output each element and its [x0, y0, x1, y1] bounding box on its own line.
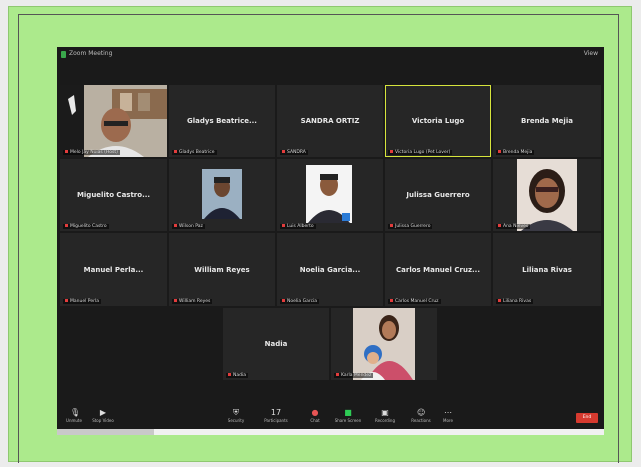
muted-mic-icon: [65, 224, 68, 227]
participant-name: Julissa Guerrero: [406, 191, 470, 199]
video-camera-icon: ▶: [99, 408, 107, 417]
chat-icon: ●: [311, 408, 319, 417]
participant-label: Nadia: [226, 373, 248, 378]
chat-button[interactable]: ● Chat: [305, 408, 325, 424]
security-button[interactable]: ⛨ Security: [225, 408, 247, 424]
muted-mic-icon: [498, 299, 501, 302]
shield-icon[interactable]: [61, 51, 66, 58]
participant-tile-16[interactable]: Nadia Nadia: [223, 308, 329, 380]
muted-mic-icon: [228, 373, 231, 376]
participant-tile-17[interactable]: Karla Mendez: [331, 308, 437, 380]
participant-tile-13[interactable]: Noelia Garcia... Noelia Garcia: [277, 233, 383, 306]
participant-tile-9[interactable]: Julissa Guerrero Julissa Guerrero: [385, 159, 491, 231]
participant-label: Brenda Mejia: [496, 150, 535, 155]
end-meeting-button[interactable]: End: [576, 413, 598, 423]
participant-label: Victoria Lugo (Pet Lover): [388, 150, 453, 155]
view-button[interactable]: View: [584, 50, 598, 57]
participant-tile-5[interactable]: Brenda Mejia Brenda Mejia: [493, 85, 601, 157]
participant-label: William Reyes: [172, 299, 213, 304]
muted-mic-icon: [174, 224, 177, 227]
participant-tile-1[interactable]: Melo Jay Nolas (Host): [60, 85, 167, 157]
scrollbar-thumb[interactable]: [57, 429, 154, 435]
muted-mic-icon: [498, 150, 501, 153]
participant-label: Karla Mendez: [334, 373, 374, 378]
meeting-controls: 🎙 Unmute ▶ Stop Video ⛨ Security 17 Part…: [57, 407, 604, 429]
participant-name: Carlos Manuel Cruz...: [396, 265, 480, 274]
scroll-strip: [57, 429, 604, 435]
muted-mic-icon: [390, 224, 393, 227]
muted-mic-icon: [390, 299, 393, 302]
muted-mic-icon: [174, 299, 177, 302]
more-icon: ⋯: [444, 408, 452, 417]
participant-photo: [60, 85, 167, 157]
participant-label: Liliana Rivas: [496, 299, 534, 304]
stop-video-button[interactable]: ▶ Stop Video: [91, 408, 115, 424]
muted-mic-icon: [174, 150, 177, 153]
participant-photo: [202, 169, 242, 219]
participant-label: Gladys Beatrice: [172, 150, 217, 155]
participants-button[interactable]: 17 Participants: [261, 408, 291, 424]
muted-mic-icon: [282, 150, 285, 153]
participant-label: Ana Nieves: [496, 224, 531, 229]
unmute-button[interactable]: 🎙 Unmute: [63, 408, 85, 424]
participant-label: Miguelito Castro: [63, 224, 109, 229]
muted-mic-icon: [282, 299, 285, 302]
participant-tile-15[interactable]: Liliana Rivas Liliana Rivas: [493, 233, 601, 306]
muted-mic-icon: [65, 150, 68, 153]
shield-icon: ⛨: [233, 408, 239, 417]
participant-label: Manuel Perla: [63, 299, 101, 304]
participant-label: SANDRA: [280, 150, 308, 155]
participant-name: Noelia Garcia...: [299, 265, 361, 274]
participant-name: SANDRA ORTIZ: [300, 117, 360, 125]
reactions-button[interactable]: ☺ Reactions: [409, 408, 433, 424]
title-bar: Zoom Meeting View: [57, 47, 604, 63]
participant-label: Luis Alberto: [280, 224, 316, 229]
participant-name: Nadia: [264, 340, 288, 348]
participant-tile-6[interactable]: Miguelito Castro... Miguelito Castro: [60, 159, 167, 231]
participant-label: Carlos Manuel Cruz: [388, 299, 441, 304]
reactions-icon: ☺: [417, 408, 426, 417]
participant-label: Wilson Paz: [172, 224, 205, 229]
participant-name: Manuel Perla...: [83, 265, 144, 274]
participant-name: Liliana Rivas: [522, 265, 572, 274]
window-title: Zoom Meeting: [69, 50, 113, 57]
muted-mic-icon: [282, 224, 285, 227]
participant-photo: [306, 165, 352, 223]
participant-name: Victoria Lugo: [411, 117, 465, 125]
participant-name: Miguelito Castro...: [76, 191, 151, 199]
muted-mic-icon: [498, 224, 501, 227]
muted-mic-icon: [336, 373, 339, 376]
more-button[interactable]: ⋯ More: [439, 408, 457, 424]
participant-tile-3[interactable]: SANDRA ORTIZ SANDRA: [277, 85, 383, 157]
participant-photo: [353, 308, 415, 380]
zoom-window: Zoom Meeting View Melo Jay Nolas (Host) …: [57, 47, 604, 429]
participant-label: Noelia Garcia: [280, 299, 320, 304]
participant-tile-12[interactable]: William Reyes William Reyes: [169, 233, 275, 306]
participant-photo: [517, 159, 577, 231]
record-button[interactable]: ▣ Recording: [367, 408, 403, 424]
participants-icon: 17: [270, 408, 282, 417]
record-icon: ▣: [381, 408, 389, 417]
muted-mic-icon: [390, 150, 393, 153]
participant-tile-7[interactable]: Wilson Paz: [169, 159, 275, 231]
muted-mic-icon: [65, 299, 68, 302]
participant-tile-8[interactable]: Luis Alberto: [277, 159, 383, 231]
participant-tile-4[interactable]: Victoria Lugo Victoria Lugo (Pet Lover): [385, 85, 491, 157]
share-screen-icon: ■: [344, 408, 352, 417]
participant-name: Gladys Beatrice...: [187, 117, 257, 125]
participant-label: Melo Jay Nolas (Host): [63, 150, 120, 155]
participant-name: Brenda Mejia: [521, 117, 573, 125]
participant-tile-11[interactable]: Manuel Perla... Manuel Perla: [60, 233, 167, 306]
participant-tile-14[interactable]: Carlos Manuel Cruz... Carlos Manuel Cruz: [385, 233, 491, 306]
participant-tile-10[interactable]: Ana Nieves: [493, 159, 601, 231]
participant-label: Julissa Guerrero: [388, 224, 433, 229]
participant-name: William Reyes: [194, 265, 250, 274]
share-screen-button[interactable]: ■ Share Screen: [333, 408, 363, 424]
participant-tile-2[interactable]: Gladys Beatrice... Gladys Beatrice: [169, 85, 275, 157]
microphone-icon: 🎙: [70, 408, 81, 417]
